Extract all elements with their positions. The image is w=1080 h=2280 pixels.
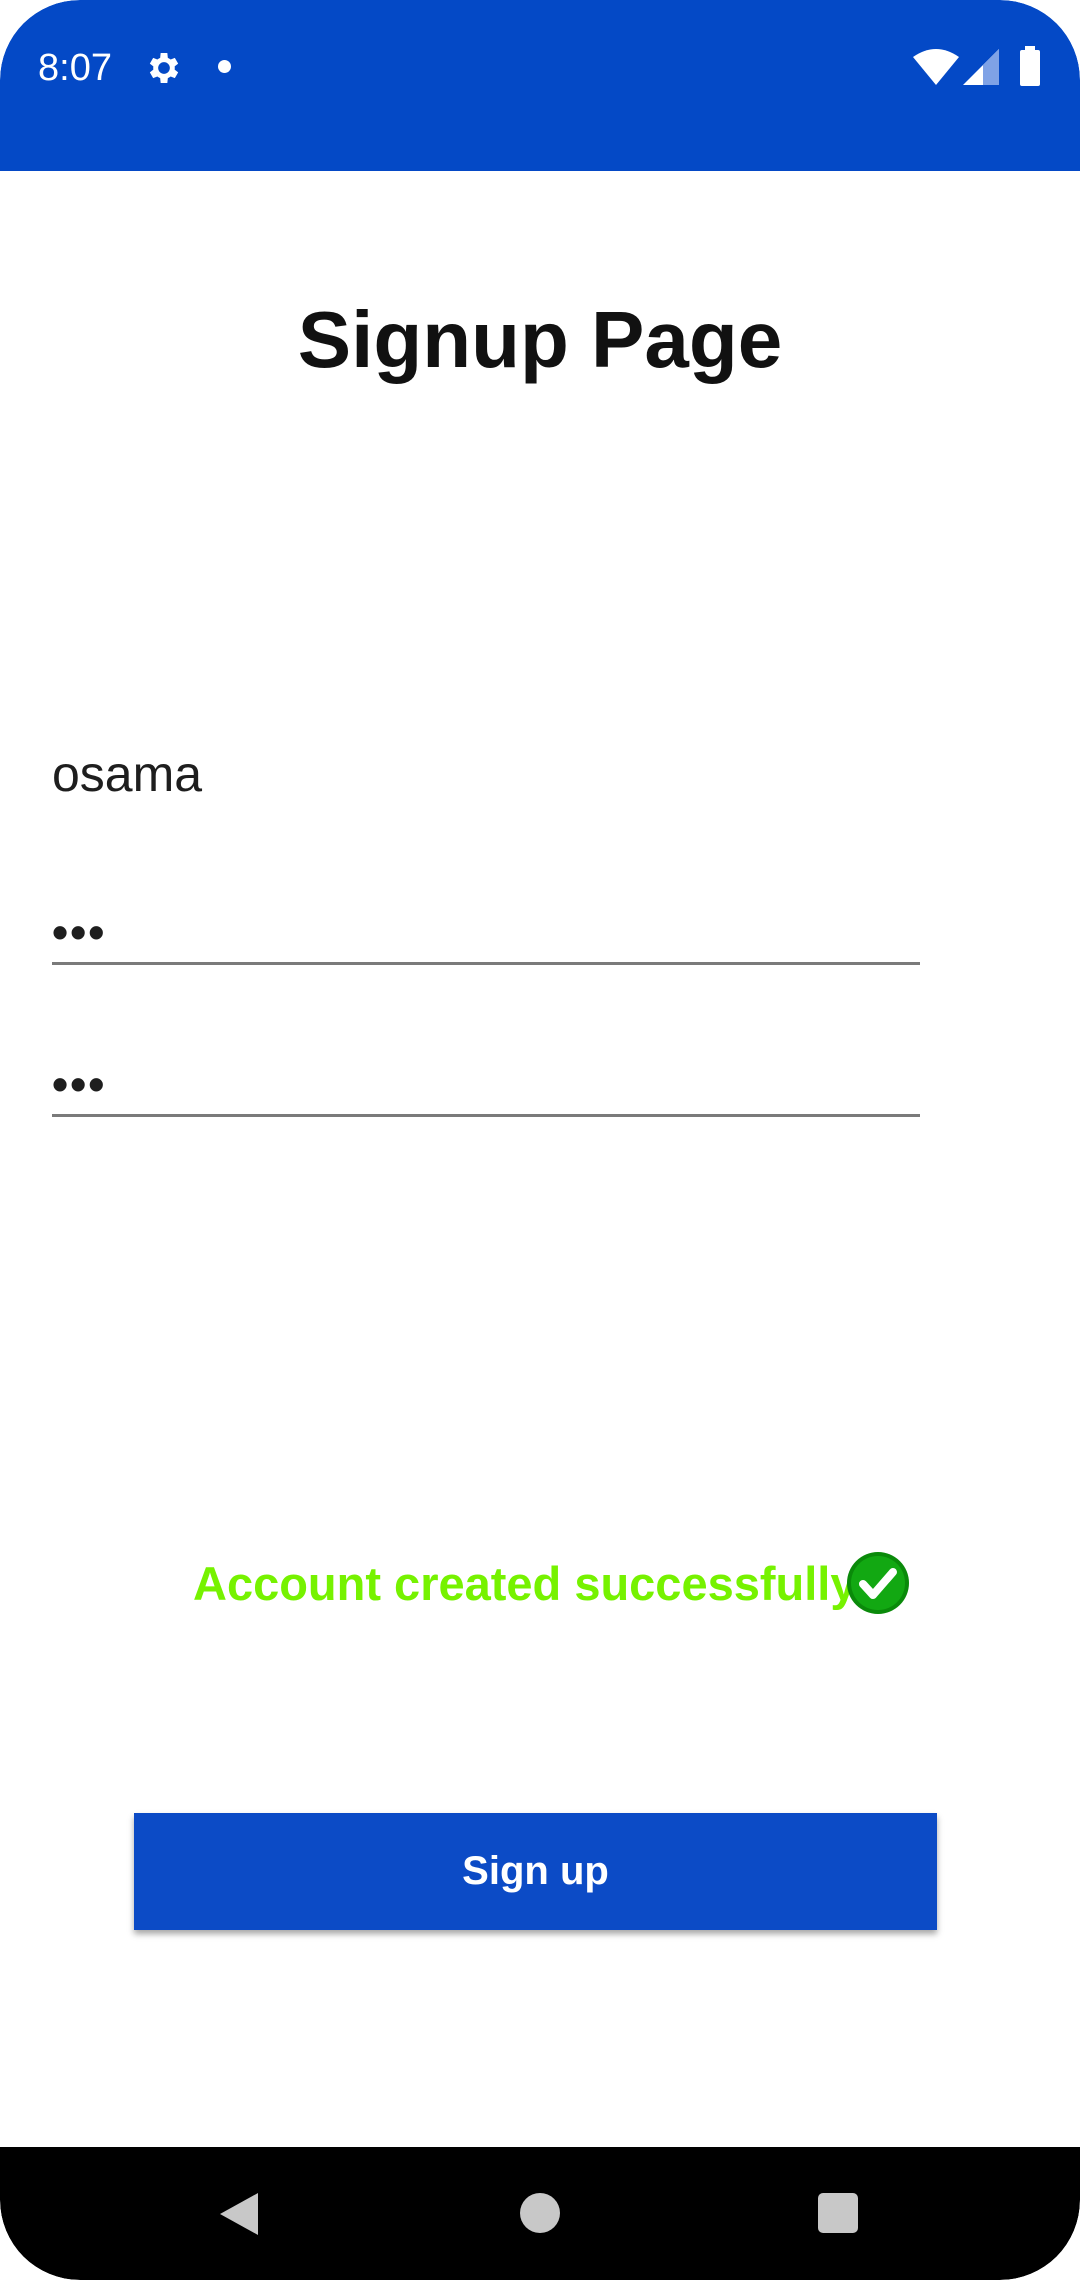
- settings-gear-icon: [149, 53, 179, 83]
- signal-icon: [963, 49, 999, 85]
- signup-button[interactable]: Sign up: [134, 1813, 937, 1930]
- check-circle-icon: [847, 1552, 909, 1614]
- notification-dot-icon: [218, 60, 231, 73]
- status-time: 8:07: [38, 47, 112, 89]
- wifi-icon: [913, 49, 959, 85]
- status-bar: 8:07: [0, 0, 1080, 171]
- success-message: Account created successfully: [193, 1557, 857, 1610]
- home-icon[interactable]: [520, 2193, 560, 2233]
- password-value: •••: [52, 906, 107, 958]
- navigation-bar: [0, 2147, 1080, 2280]
- confirm-password-value: •••: [52, 1058, 107, 1110]
- password-field[interactable]: •••: [52, 885, 920, 965]
- confirm-password-field[interactable]: •••: [52, 1037, 920, 1117]
- back-icon[interactable]: [218, 2191, 262, 2237]
- recents-icon[interactable]: [818, 2193, 858, 2233]
- username-field[interactable]: osama: [52, 742, 202, 806]
- page-title: Signup Page: [297, 295, 783, 384]
- phone-screen: 8:07 Signup Page osama ••• ••• Account c…: [0, 0, 1080, 2280]
- battery-icon: [1020, 46, 1040, 86]
